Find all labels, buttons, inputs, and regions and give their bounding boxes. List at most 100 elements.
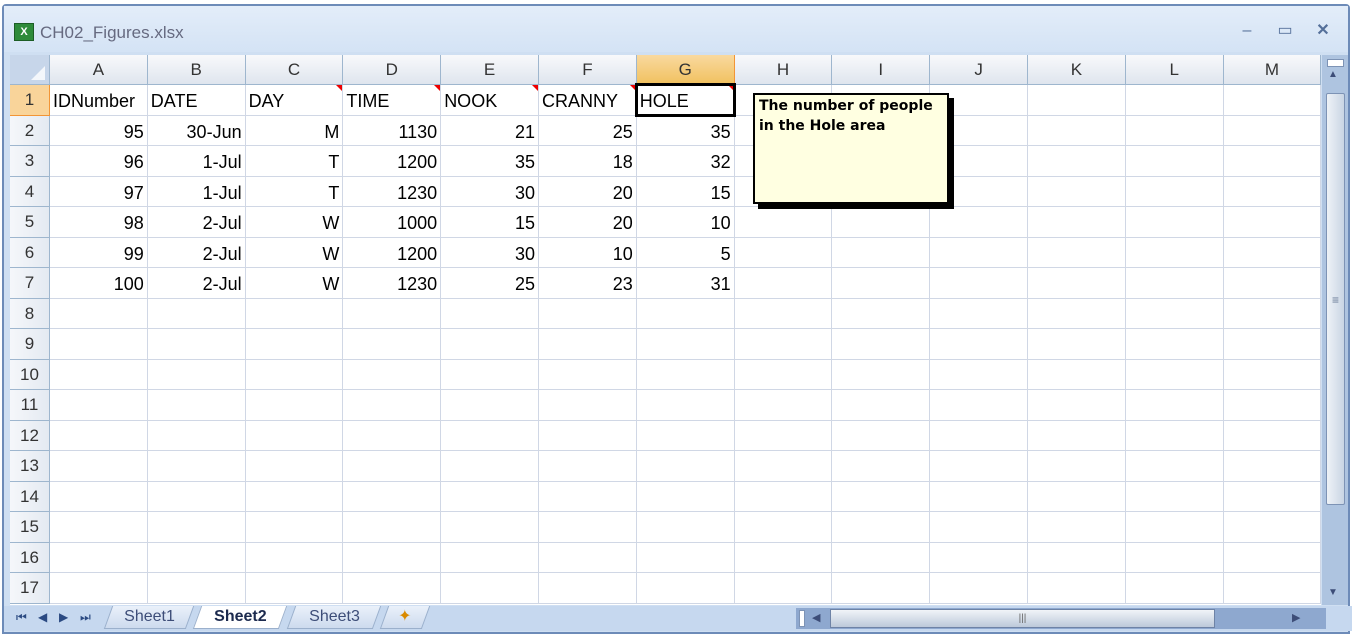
vertical-scrollbar[interactable]: ▲ ≡ ▼ [1322, 55, 1348, 605]
cell-l16[interactable] [1125, 542, 1224, 573]
cell-h5[interactable] [734, 207, 833, 238]
insert-sheet-button[interactable]: ✦ [379, 606, 431, 629]
cell-b4[interactable]: 1-Jul [147, 176, 246, 207]
cell-k11[interactable] [1028, 390, 1126, 421]
cell-e7[interactable]: 25 [441, 268, 539, 299]
cell-m15[interactable] [1223, 512, 1321, 543]
cell-i10[interactable] [832, 359, 931, 390]
cell-g10[interactable] [636, 359, 735, 390]
cell-h8[interactable] [734, 298, 833, 329]
cell-i6[interactable] [832, 237, 931, 268]
first-sheet-icon[interactable]: ⏮ [16, 610, 27, 625]
cell-a1[interactable]: IDNumber [50, 85, 148, 116]
cell-e4[interactable]: 30 [441, 176, 539, 207]
cell-a3[interactable]: 96 [50, 146, 148, 177]
cell-h17[interactable] [734, 573, 833, 604]
cell-a14[interactable] [50, 481, 148, 512]
cell-j11[interactable] [930, 390, 1028, 421]
cell-k16[interactable] [1028, 542, 1126, 573]
cell-m7[interactable] [1223, 268, 1321, 299]
cell-d16[interactable] [343, 542, 442, 573]
cell-a12[interactable] [50, 420, 148, 451]
column-header-g[interactable]: G [636, 55, 735, 85]
minimize-button[interactable]: – [1236, 22, 1258, 40]
cell-b7[interactable]: 2-Jul [147, 268, 246, 299]
cell-k12[interactable] [1028, 420, 1126, 451]
cell-j16[interactable] [930, 542, 1028, 573]
cell-a11[interactable] [50, 390, 148, 421]
cell-l3[interactable] [1125, 146, 1224, 177]
cell-d17[interactable] [343, 573, 442, 604]
row-header-12[interactable]: 12 [10, 420, 50, 451]
scroll-left-icon[interactable]: ◀ [812, 611, 820, 624]
cell-g16[interactable] [636, 542, 735, 573]
cell-d13[interactable] [343, 451, 442, 482]
split-box[interactable] [1327, 59, 1344, 67]
row-header-11[interactable]: 11 [10, 390, 50, 421]
cell-c8[interactable] [245, 298, 344, 329]
cell-d5[interactable]: 1000 [343, 207, 442, 238]
last-sheet-icon[interactable]: ⏭ [80, 610, 91, 625]
cell-m11[interactable] [1223, 390, 1321, 421]
vertical-scroll-thumb[interactable]: ≡ [1326, 93, 1345, 505]
cell-i9[interactable] [832, 329, 931, 360]
column-header-l[interactable]: L [1125, 55, 1224, 85]
column-header-h[interactable]: H [734, 55, 833, 85]
cell-d15[interactable] [343, 512, 442, 543]
cell-k17[interactable] [1028, 573, 1126, 604]
cell-a9[interactable] [50, 329, 148, 360]
cell-l12[interactable] [1125, 420, 1224, 451]
cell-g2[interactable]: 35 [636, 115, 735, 146]
cell-f10[interactable] [539, 359, 637, 390]
cell-j6[interactable] [930, 237, 1028, 268]
cell-h15[interactable] [734, 512, 833, 543]
cell-d10[interactable] [343, 359, 442, 390]
cell-e11[interactable] [441, 390, 539, 421]
cell-f4[interactable]: 20 [539, 176, 637, 207]
cell-d9[interactable] [343, 329, 442, 360]
next-sheet-icon[interactable]: ▶ [59, 610, 68, 624]
cell-b12[interactable] [147, 420, 246, 451]
cell-a5[interactable]: 98 [50, 207, 148, 238]
horizontal-scrollbar[interactable]: ◀ ||| ▶ [796, 608, 1326, 629]
cell-d11[interactable] [343, 390, 442, 421]
cell-e12[interactable] [441, 420, 539, 451]
cell-a17[interactable] [50, 573, 148, 604]
cell-k9[interactable] [1028, 329, 1126, 360]
cell-g15[interactable] [636, 512, 735, 543]
cell-b2[interactable]: 30-Jun [147, 115, 246, 146]
column-header-b[interactable]: B [147, 55, 246, 85]
cell-d8[interactable] [343, 298, 442, 329]
tab-split-handle[interactable] [799, 610, 805, 627]
cell-k3[interactable] [1028, 146, 1126, 177]
cell-m2[interactable] [1223, 115, 1321, 146]
cell-g9[interactable] [636, 329, 735, 360]
cell-c13[interactable] [245, 451, 344, 482]
cell-f9[interactable] [539, 329, 637, 360]
cell-l7[interactable] [1125, 268, 1224, 299]
cell-d1[interactable]: TIME [343, 85, 442, 116]
cell-a16[interactable] [50, 542, 148, 573]
cell-b1[interactable]: DATE [147, 85, 246, 116]
cell-m5[interactable] [1223, 207, 1321, 238]
row-header-16[interactable]: 16 [10, 542, 50, 573]
cell-a6[interactable]: 99 [50, 237, 148, 268]
cell-m14[interactable] [1223, 481, 1321, 512]
cell-b10[interactable] [147, 359, 246, 390]
cell-f12[interactable] [539, 420, 637, 451]
cell-g6[interactable]: 5 [636, 237, 735, 268]
cell-d4[interactable]: 1230 [343, 176, 442, 207]
cell-k13[interactable] [1028, 451, 1126, 482]
cell-k14[interactable] [1028, 481, 1126, 512]
cell-h10[interactable] [734, 359, 833, 390]
cell-b3[interactable]: 1-Jul [147, 146, 246, 177]
row-header-1[interactable]: 1 [10, 85, 50, 116]
cell-m6[interactable] [1223, 237, 1321, 268]
scroll-right-icon[interactable]: ▶ [1292, 611, 1300, 624]
row-header-14[interactable]: 14 [10, 481, 50, 512]
cell-m12[interactable] [1223, 420, 1321, 451]
cell-j7[interactable] [930, 268, 1028, 299]
cell-d6[interactable]: 1200 [343, 237, 442, 268]
column-header-j[interactable]: J [930, 55, 1028, 85]
cell-c1[interactable]: DAY [245, 85, 344, 116]
